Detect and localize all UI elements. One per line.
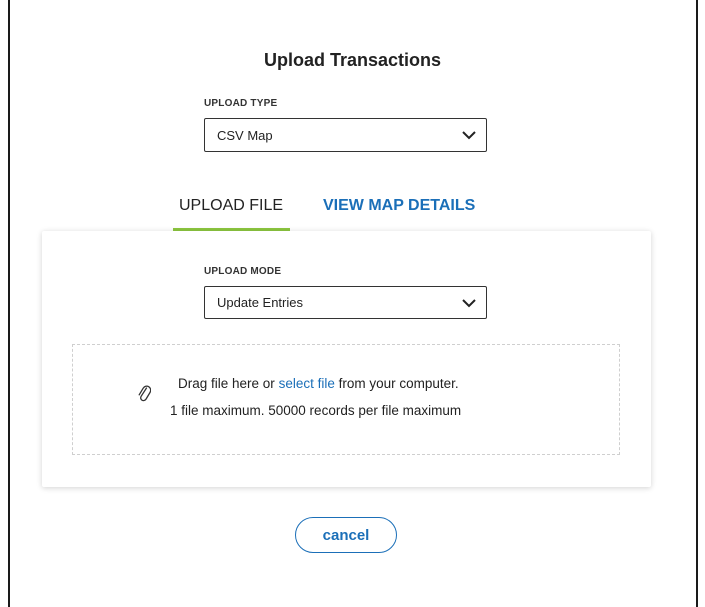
upload-mode-select[interactable]: Update Entries — [204, 286, 487, 319]
select-file-link[interactable]: select file — [279, 376, 335, 391]
cancel-button[interactable]: cancel — [295, 517, 397, 553]
chevron-down-icon — [462, 298, 476, 307]
file-dropzone[interactable] — [72, 344, 620, 455]
dropzone-limits: 1 file maximum. 50000 records per file m… — [170, 403, 462, 418]
window-border-left — [8, 0, 10, 607]
dropzone-text-before: Drag file here or — [178, 376, 275, 391]
dialog-title: Upload Transactions — [263, 50, 442, 70]
chevron-down-icon — [462, 131, 476, 140]
upload-mode-label: UPLOAD MODE — [204, 266, 282, 277]
upload-type-value: CSV Map — [217, 127, 273, 143]
upload-mode-value: Update Entries — [217, 295, 303, 310]
upload-type-label: UPLOAD TYPE — [204, 98, 278, 109]
dropzone-instructions: Drag file here or select file from your … — [178, 376, 459, 391]
tab-view-map-details[interactable]: VIEW MAP DETAILS — [323, 196, 475, 216]
paperclip-icon — [138, 385, 151, 402]
window-border-right — [696, 0, 698, 607]
dropzone-text-after: from your computer. — [338, 376, 459, 391]
upload-type-select[interactable]: CSV Map — [204, 118, 487, 152]
tab-upload-file[interactable]: UPLOAD FILE — [179, 196, 283, 216]
